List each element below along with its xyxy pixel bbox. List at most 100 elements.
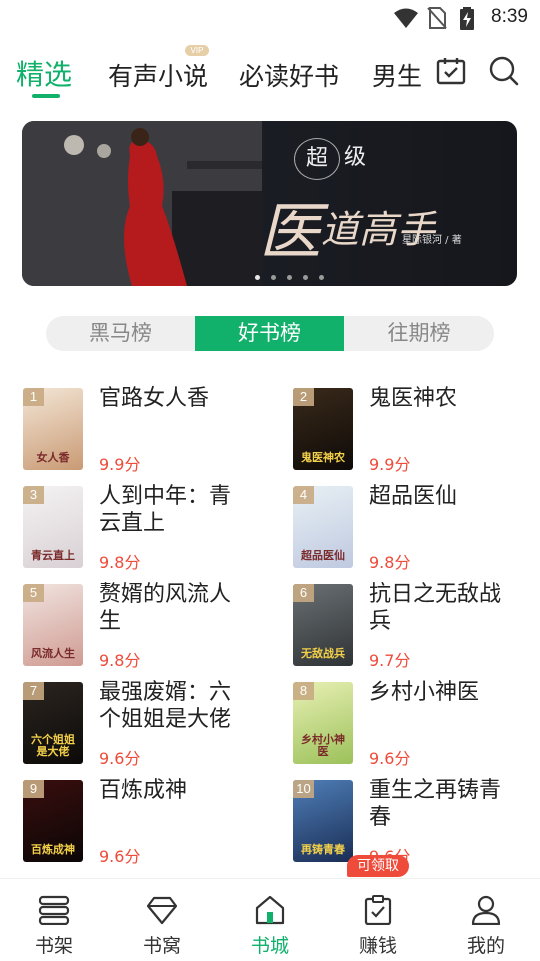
book-item[interactable]: 乡村小神医 8 乡村小神医 9.6分 [293,679,523,768]
book-cover[interactable]: 青云直上 3 [23,486,83,568]
book-item[interactable]: 女人香 1 官路女人香 9.9分 [23,385,253,474]
wifi-icon [394,8,418,28]
book-title[interactable]: 官路女人香 [99,385,247,412]
rank-badge: 4 [293,486,314,504]
cover-title-art: 鬼医神农 [301,451,345,464]
nav-bookstore[interactable]: 书城 [216,879,324,961]
book-title[interactable]: 最强废婿：六个姐姐是大佬 [99,679,247,733]
vip-badge: VIP [185,45,209,56]
book-cover[interactable]: 百炼成神 9 [23,780,83,862]
pagination-dot [287,275,292,280]
cover-title-art: 女人香 [36,451,70,464]
book-cover[interactable]: 乡村小神医 8 [293,682,353,764]
cover-title-art: 百炼成神 [31,843,75,856]
cover-title-art: 青云直上 [31,549,75,562]
book-cover[interactable]: 再铸青春 10 [293,780,353,862]
book-item[interactable]: 风流人生 5 赘婿的风流人生 9.8分 [23,581,253,670]
clipboard-check-icon [364,895,392,925]
tab-featured[interactable]: 精选 [16,53,72,93]
cover-title-art: 风流人生 [31,647,75,660]
calendar-check-icon[interactable] [436,56,466,86]
book-cover[interactable]: 无敌战兵 6 [293,584,353,666]
battery-charging-icon [460,7,474,30]
tab-dark-horse[interactable]: 黑马榜 [46,316,195,351]
banner-author: 星际银河 / 著 [402,235,462,246]
rank-badge: 3 [23,486,44,504]
tab-male[interactable]: 男生 [372,57,422,93]
book-score: 9.6分 [99,847,141,866]
book-item[interactable]: 再铸青春10重生之再铸青春9.6分 [293,777,523,866]
book-title[interactable]: 百炼成神 [99,777,247,804]
book-item[interactable]: 青云直上 3 人到中年：青云直上 9.8分 [23,483,253,572]
pagination-dot [303,275,308,280]
book-score: 9.8分 [99,651,141,670]
book-title[interactable]: 赘婿的风流人生 [99,581,247,635]
book-title[interactable]: 超品医仙 [369,483,517,510]
cover-title-art: 超品医仙 [301,549,345,562]
rank-badge: 6 [293,584,314,602]
book-cover[interactable]: 超品医仙 4 [293,486,353,568]
tab-must-read[interactable]: 必读好书 [239,57,339,93]
nav-label: 书架 [34,935,73,957]
book-title[interactable]: 抗日之无敌战兵 [369,581,517,635]
book-cover[interactable]: 女人香 1 [23,388,83,470]
book-score: 9.6分 [99,749,141,768]
rank-badge: 7 [23,682,44,700]
book-title[interactable]: 乡村小神医 [369,679,517,706]
nav-book-nest[interactable]: 书窝 [108,879,216,961]
rank-badge: 8 [293,682,314,700]
tab-good-books[interactable]: 好书榜 [195,316,344,351]
nav-label: 赚钱 [358,935,397,957]
nav-bookshelf[interactable]: 书架 [0,879,108,961]
book-title[interactable]: 重生之再铸青春 [369,777,517,831]
book-item[interactable]: 百炼成神 9 百炼成神 9.6分 [23,777,253,866]
cover-title-art: 再铸青春 [301,843,345,856]
banner-title-char: 级 [344,145,367,170]
book-score: 9.8分 [99,553,141,572]
book-cover[interactable]: 六个姐姐是大佬 7 [23,682,83,764]
book-title[interactable]: 鬼医神农 [369,385,517,412]
tab-audio-novels[interactable]: 有声小说 [108,57,208,93]
nav-label: 书窝 [142,935,181,957]
clock: 8:39 [491,6,528,27]
book-cover[interactable]: 鬼医神农 2 [293,388,353,470]
banner-title-top: 超 级 [284,138,514,180]
banner-illustration [22,121,262,286]
bottom-navigation: 书架 书窝 书城 赚钱 我的 [0,878,540,961]
pagination-dot [319,275,324,280]
nav-label: 我的 [466,935,505,957]
book-score: 9.7分 [369,651,411,670]
promo-banner[interactable]: 超 级 医道高手 星际银河 / 著 [22,121,517,286]
cover-title-art: 无敌战兵 [301,647,345,660]
nav-profile[interactable]: 我的 [432,879,540,961]
claim-reward-badge[interactable]: 可领取 [347,855,409,877]
cover-title-art: 乡村小神医 [301,733,345,758]
pagination-dot [255,275,260,280]
book-score: 9.8分 [369,553,411,572]
rank-badge: 5 [23,584,44,602]
nav-label: 书城 [250,935,289,957]
nav-earn[interactable]: 赚钱 [324,879,432,961]
banner-title-char: 超 [294,138,340,180]
bookshelf-icon [38,895,70,925]
banner-title: 医道高手 [259,181,435,271]
banner-pagination [255,265,335,284]
active-tab-indicator [32,94,60,98]
banner-title-main: 医 [259,195,322,268]
book-item[interactable]: 鬼医神农 2 鬼医神农 9.9分 [293,385,523,474]
book-cover[interactable]: 风流人生 5 [23,584,83,666]
book-title[interactable]: 人到中年：青云直上 [99,483,247,537]
book-item[interactable]: 六个姐姐是大佬 7 最强废婿：六个姐姐是大佬 9.6分 [23,679,253,768]
cover-title-art: 六个姐姐是大佬 [31,733,75,758]
status-bar: 8:39 [0,0,540,36]
rank-badge: 10 [293,780,314,798]
rank-badge: 9 [23,780,44,798]
search-icon[interactable] [489,56,519,86]
book-item[interactable]: 超品医仙 4 超品医仙 9.8分 [293,483,523,572]
no-sim-icon [427,7,447,29]
book-item[interactable]: 无敌战兵 6 抗日之无敌战兵 9.7分 [293,581,523,670]
tab-past-rankings[interactable]: 往期榜 [344,316,494,351]
book-score: 9.6分 [369,749,411,768]
book-score: 9.9分 [369,455,411,474]
book-score: 9.9分 [99,455,141,474]
